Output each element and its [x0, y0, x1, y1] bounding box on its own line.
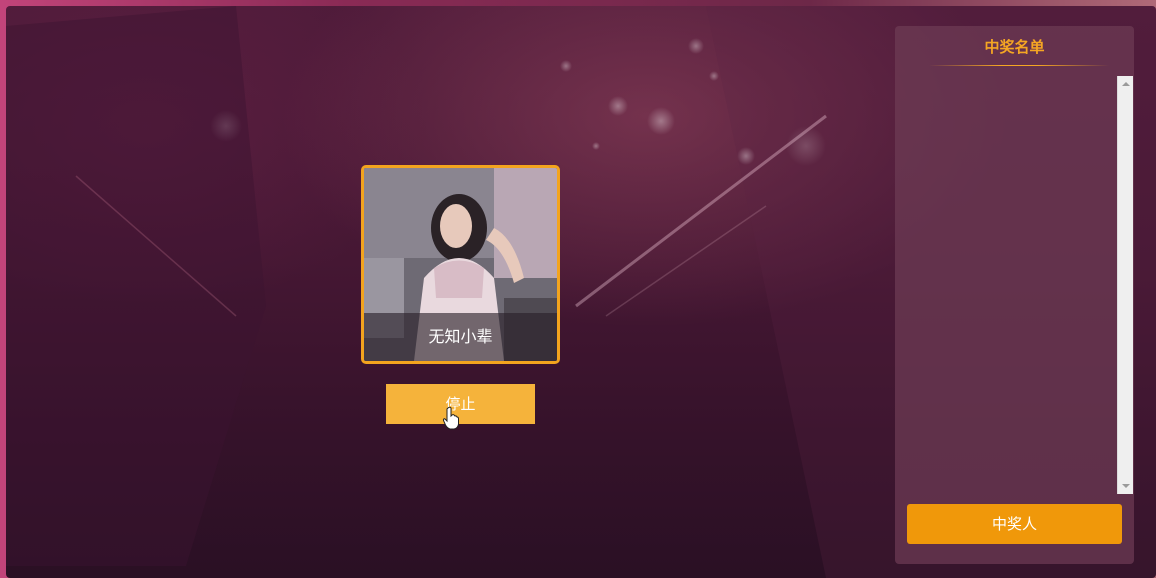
scroll-up-icon[interactable] — [1122, 82, 1130, 86]
stop-button[interactable]: 停止 — [386, 384, 535, 424]
winners-list-scrollbar[interactable] — [1117, 76, 1133, 494]
prize-card: 无知小辈 — [361, 165, 560, 364]
title-divider — [929, 65, 1109, 66]
winners-list[interactable] — [907, 76, 1121, 494]
scroll-down-icon[interactable] — [1122, 484, 1130, 488]
contestant-name: 无知小辈 — [364, 313, 557, 361]
winners-panel: 中奖名单 中奖人 — [895, 26, 1134, 564]
hand-cursor-icon — [442, 406, 459, 430]
lottery-stage: 无知小辈 停止 中奖名单 中奖人 — [6, 6, 1156, 578]
winner-button[interactable]: 中奖人 — [907, 504, 1122, 544]
winners-panel-title: 中奖名单 — [984, 38, 1045, 56]
